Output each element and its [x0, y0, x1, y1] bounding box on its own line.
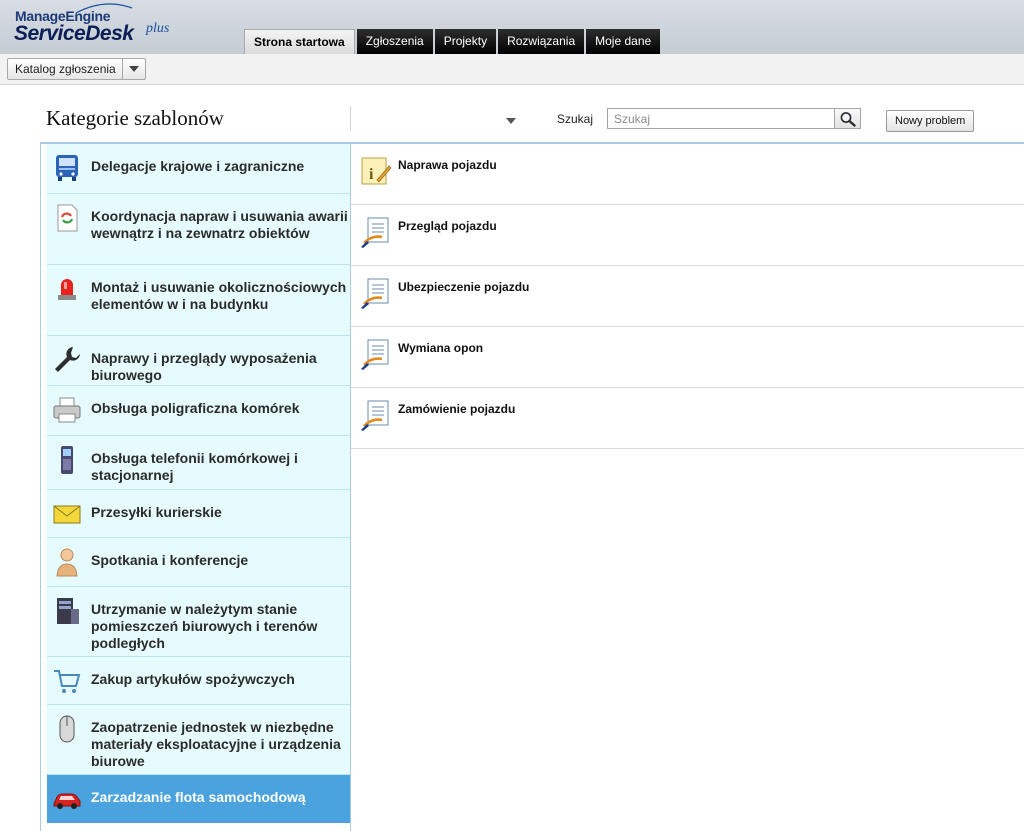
car-icon [53, 793, 81, 809]
brand-servicedesk: ServiceDesk [14, 22, 134, 45]
template-item[interactable]: Wymiana opon [351, 327, 1024, 388]
wrench-icon [55, 347, 80, 372]
category-item[interactable]: Obsługa poligraficzna komórek [47, 386, 350, 436]
magnifier-icon [840, 111, 856, 127]
servicedesk-logo[interactable]: ManageEngine ServiceDesk plus [14, 2, 184, 52]
category-label: Obsługa telefonii komórkowej i stacjonar… [91, 450, 298, 483]
template-label: Wymiana opon [398, 341, 484, 355]
category-item[interactable]: Zaopatrzenie jednostek w niezbędne mater… [47, 705, 350, 775]
mouse-icon [59, 715, 75, 743]
chevron-down-icon[interactable] [121, 59, 145, 79]
page-title: Kategorie szablonów [46, 106, 224, 130]
tab-projekty[interactable]: Projekty [434, 29, 497, 54]
category-item-selected[interactable]: Zarzadzanie flota samochodową [47, 775, 350, 823]
mobile-phone-icon [61, 446, 73, 474]
category-label: Delegacje krajowe i zagraniczne [91, 158, 305, 174]
search-button[interactable] [834, 108, 861, 129]
category-label: Zarzadzanie flota samochodową [91, 789, 306, 805]
bus-icon [56, 155, 78, 181]
info-note-icon: i [361, 157, 392, 185]
category-item[interactable]: Utrzymanie w należytym stanie pomieszcze… [47, 587, 350, 657]
brand-plus: plus [146, 21, 170, 36]
category-item[interactable]: Spotkania i konferencje [47, 538, 350, 587]
template-label: Ubezpieczenie pojazdu [398, 280, 530, 294]
category-item[interactable]: Delegacje krajowe i zagraniczne [47, 144, 350, 194]
category-item[interactable]: Zakup artykułów spożywczych [47, 657, 350, 705]
tab-rozwiazania[interactable]: Rozwiązania [498, 29, 585, 54]
refresh-document-icon [57, 204, 78, 232]
template-item[interactable]: Zamówienie pojazdu [351, 388, 1024, 449]
category-item[interactable]: Obsługa telefonii komórkowej i stacjonar… [47, 436, 350, 490]
category-label: Montaż i usuwanie okolicznościowych elem… [91, 279, 347, 312]
main-tabs: Strona startowa Zgłoszenia Projekty Rozw… [244, 29, 661, 54]
document-pen-icon [361, 400, 389, 431]
template-label: Naprawa pojazdu [398, 158, 497, 172]
shopping-cart-icon [54, 670, 81, 693]
server-icon [57, 598, 79, 624]
tab-moje-dane[interactable]: Moje dane [586, 29, 661, 54]
template-item[interactable]: Ubezpieczenie pojazdu [351, 266, 1024, 327]
document-pen-icon [361, 278, 389, 309]
category-label: Obsługa poligraficzna komórek [91, 400, 300, 416]
svg-text:i: i [369, 166, 374, 183]
search-label: Szukaj [557, 112, 594, 126]
category-item[interactable]: Koordynacja napraw i usuwania awarii wew… [47, 194, 350, 265]
category-item[interactable]: Przesyłki kurierskie [47, 490, 350, 538]
person-icon [56, 548, 78, 577]
category-label: Naprawy i przeglądy wyposażenia biuroweg… [91, 350, 317, 383]
filter-dropdown-arrow-icon[interactable] [506, 118, 516, 124]
siren-icon [58, 279, 76, 300]
category-label: Przesyłki kurierskie [91, 504, 222, 520]
category-label: Zaopatrzenie jednostek w niezbędne mater… [91, 719, 341, 769]
printer-icon [53, 397, 81, 423]
tab-strona-startowa[interactable]: Strona startowa [244, 29, 355, 54]
template-label: Przegląd pojazdu [398, 219, 497, 233]
category-item[interactable]: Naprawy i przeglądy wyposażenia biuroweg… [47, 336, 350, 386]
template-item[interactable]: Przegląd pojazdu [351, 205, 1024, 266]
document-pen-icon [361, 217, 389, 248]
catalog-dropdown-button[interactable]: Katalog zgłoszenia [7, 58, 146, 80]
category-label: Koordynacja napraw i usuwania awarii wew… [91, 208, 348, 241]
template-label: Zamówienie pojazdu [398, 402, 516, 416]
category-label: Spotkania i konferencje [91, 552, 249, 568]
app-header: ManageEngine ServiceDesk plus Strona sta… [0, 0, 1024, 54]
category-item[interactable]: Montaż i usuwanie okolicznościowych elem… [47, 265, 350, 336]
document-pen-icon [361, 339, 389, 370]
catalog-dropdown-label: Katalog zgłoszenia [15, 62, 116, 76]
category-label: Zakup artykułów spożywczych [91, 671, 295, 687]
title-divider [350, 106, 351, 130]
category-label: Utrzymanie w należytym stanie pomieszcze… [91, 601, 318, 651]
search-input[interactable] [607, 108, 835, 129]
template-item[interactable]: i Naprawa pojazdu [351, 144, 1024, 205]
new-problem-button[interactable]: Nowy problem [886, 110, 975, 132]
envelope-icon [53, 505, 81, 524]
tab-zgloszenia[interactable]: Zgłoszenia [356, 29, 433, 54]
template-list: i Naprawa pojazdu Przegląd pojazdu Ubezp… [351, 144, 1024, 831]
toolbar: Katalog zgłoszenia [0, 54, 1024, 85]
category-list: Delegacje krajowe i zagraniczne Koordyna… [40, 144, 351, 831]
